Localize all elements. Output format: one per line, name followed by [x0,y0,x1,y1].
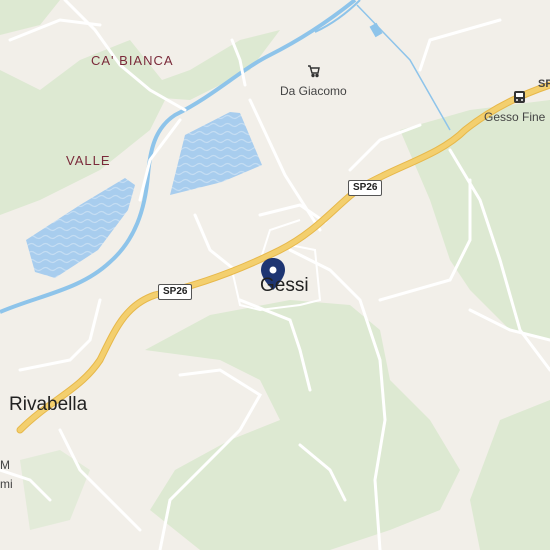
poi-label-gesso-fine[interactable]: Gesso Fine [484,110,545,124]
water-feature [369,22,383,38]
edge-label: mi [0,477,13,491]
bus-stop-icon[interactable] [514,91,525,103]
road-shield-sp26: SP26 [158,284,193,300]
forest-area [145,300,460,550]
lake [170,112,262,195]
forest-area [0,0,60,35]
area-label-valle: VALLE [66,153,111,168]
road-shield-sp26: SP26 [348,180,383,196]
river [314,0,361,33]
town-label-gessi[interactable]: Gessi [260,275,309,297]
poi-label-da-giacomo[interactable]: Da Giacomo [280,84,347,98]
forest-area [470,400,550,550]
edge-label: SP [538,78,550,90]
forest-area [400,100,550,340]
shopping-cart-icon[interactable] [308,65,320,78]
town-label-rivabella[interactable]: Rivabella [9,394,87,416]
map-canvas[interactable]: SP26 SP26 CA' BIANCA VALLE Da Giacomo Ge… [0,0,550,550]
edge-label: M [0,458,10,472]
area-label-ca-bianca: CA' BIANCA [91,53,174,68]
forest-area [20,450,90,530]
canal [356,4,451,131]
